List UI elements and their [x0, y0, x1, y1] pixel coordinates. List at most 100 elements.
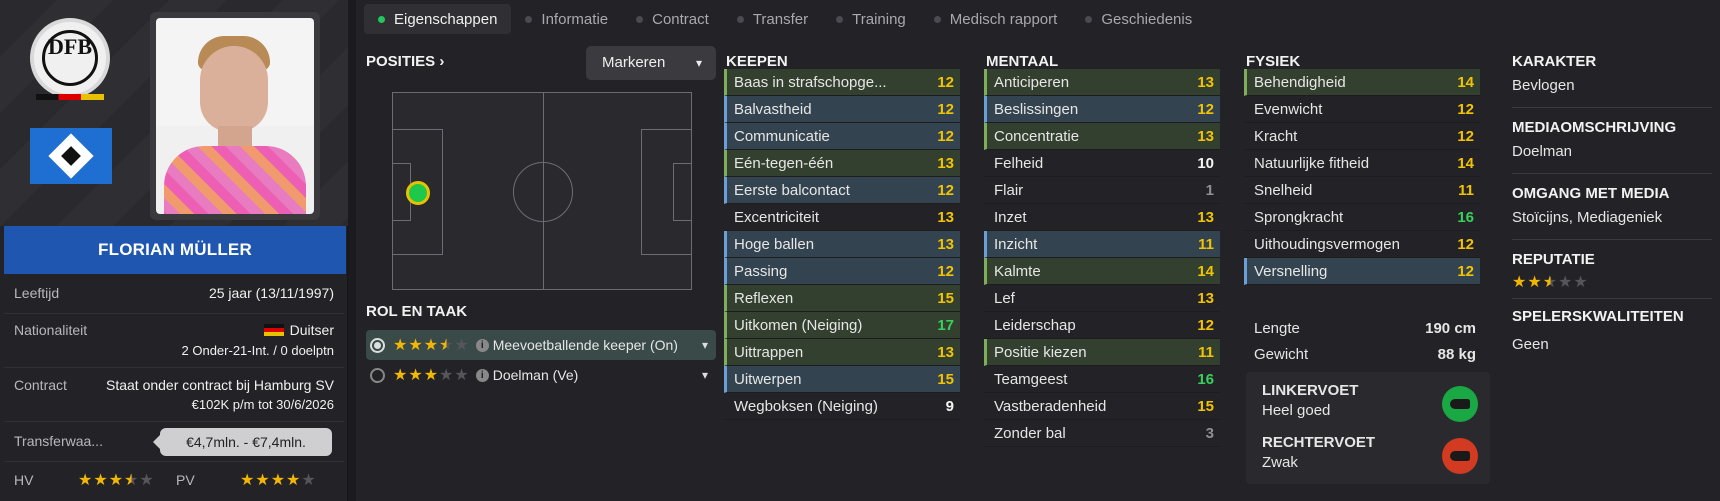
tab-dot-icon: [933, 15, 941, 23]
chevron-right-icon: ›: [439, 53, 445, 70]
attribute-row[interactable]: Versnelling 12: [1244, 258, 1480, 285]
attribute-row[interactable]: Teamgeest 16: [984, 366, 1220, 393]
attribute-row[interactable]: Kalmte 14: [984, 258, 1220, 285]
info-icon[interactable]: i: [475, 368, 489, 382]
current-ability-stars[interactable]: ★★★★★: [78, 470, 155, 490]
attribute-row[interactable]: Kracht 12: [1244, 123, 1480, 150]
national-crest-text: DFB: [48, 34, 92, 59]
attribute-name: Kracht: [1254, 128, 1298, 145]
attribute-row[interactable]: Anticiperen 13: [984, 69, 1220, 96]
tab-training[interactable]: Training: [822, 4, 920, 34]
attribute-row[interactable]: Eerste balcontact 12: [724, 177, 960, 204]
attribute-row[interactable]: Sprongkracht 16: [1244, 204, 1480, 231]
attribute-row[interactable]: Baas in strafschopge... 12: [724, 69, 960, 96]
attribute-row[interactable]: Passing 12: [724, 258, 960, 285]
attribute-name: Excentriciteit: [734, 209, 820, 226]
main-content: Eigenschappen Informatie Contract Transfer T…: [356, 0, 1720, 501]
attribute-value: 13: [1197, 209, 1214, 226]
divider: [1512, 298, 1712, 299]
attribute-value: 16: [1197, 371, 1214, 388]
attribute-row[interactable]: Natuurlijke fitheid 14: [1244, 150, 1480, 177]
attribute-row[interactable]: Zonder bal 3: [984, 420, 1220, 447]
radio-button[interactable]: [370, 337, 385, 353]
attribute-value: 9: [945, 398, 954, 415]
attribute-row[interactable]: Uittrappen 13: [724, 339, 960, 366]
attribute-row[interactable]: Excentriciteit 13: [724, 204, 960, 231]
attribute-row[interactable]: Lef 13: [984, 285, 1220, 312]
attribute-value: 17: [937, 317, 954, 334]
club-crest-icon[interactable]: [30, 128, 112, 184]
attribute-row[interactable]: Balvastheid 12: [724, 96, 960, 123]
attribute-name: Communicatie: [734, 128, 830, 145]
role-label: Meevoetballende keeper (On): [492, 337, 678, 353]
tab-eigenschappen[interactable]: Eigenschappen: [364, 4, 512, 34]
chevron-down-icon[interactable]: ▾: [702, 338, 708, 352]
germany-flag-strip: [36, 94, 104, 100]
attribute-row[interactable]: Beslissingen 12: [984, 96, 1220, 123]
attribute-row[interactable]: Communicatie 12: [724, 123, 960, 150]
age-row: Leeftijd 25 jaar (13/11/1997): [4, 274, 344, 314]
attribute-row[interactable]: Evenwicht 12: [1244, 96, 1480, 123]
attribute-value: 1: [1205, 182, 1214, 199]
star-icon: ★: [301, 472, 317, 489]
attribute-row[interactable]: Uithoudingsvermogen 12: [1244, 231, 1480, 258]
attribute-row[interactable]: Eén-tegen-één 13: [724, 150, 960, 177]
markeren-dropdown[interactable]: Markeren ▾: [586, 46, 716, 80]
attribute-name: Inzet: [994, 209, 1027, 226]
divider: [1512, 173, 1712, 174]
attribute-name: Uitkomen (Neiging): [734, 317, 863, 334]
attribute-row[interactable]: Felheid 10: [984, 150, 1220, 177]
contract-wage: €102K p/m tot 30/6/2026: [191, 397, 334, 412]
mentaal-attributes: Anticiperen 13 Beslissingen 12 Concentratie 1…: [984, 69, 1220, 447]
attribute-name: Flair: [994, 182, 1024, 199]
attribute-row[interactable]: Concentratie 13: [984, 123, 1220, 150]
keepen-attributes: Baas in strafschopge... 12 Balvastheid 12 Co…: [724, 69, 960, 420]
attribute-row[interactable]: Vastberadenheid 15: [984, 393, 1220, 420]
tab-medisch-rapport[interactable]: Medisch rapport: [920, 4, 1072, 34]
attribute-name: Inzicht: [994, 236, 1038, 253]
national-team-crest-icon[interactable]: DFB: [30, 18, 110, 98]
contract-club[interactable]: Staat onder contract bij Hamburg SV: [106, 377, 334, 393]
radio-button[interactable]: [370, 367, 385, 383]
tab-contract[interactable]: Contract: [622, 4, 723, 34]
attribute-row[interactable]: Reflexen 15: [724, 285, 960, 312]
attribute-name: Behendigheid: [1254, 74, 1346, 91]
role-row[interactable]: ★★★★★ i Doelman (Ve) ▾: [366, 360, 716, 390]
attribute-row[interactable]: Leiderschap 12: [984, 312, 1220, 339]
attribute-row[interactable]: Hoge ballen 13: [724, 231, 960, 258]
transfer-value-badge[interactable]: €4,7mln. - €7,4mln.: [153, 428, 332, 456]
attribute-row[interactable]: Wegboksen (Neiging) 9: [724, 393, 960, 420]
tab-transfer[interactable]: Transfer: [723, 4, 822, 34]
chevron-down-icon[interactable]: ▾: [702, 368, 708, 382]
nationality-value[interactable]: Duitser: [263, 322, 334, 338]
tab-informatie[interactable]: Informatie: [511, 4, 622, 34]
attribute-name: Evenwicht: [1254, 101, 1323, 118]
attribute-row[interactable]: Behendigheid 14: [1244, 69, 1480, 96]
info-icon[interactable]: i: [475, 338, 489, 352]
attribute-value: 12: [1197, 317, 1214, 334]
attribute-row[interactable]: Snelheid 11: [1244, 177, 1480, 204]
star-icon: ★: [78, 472, 94, 489]
profile-panel: DFB FLORIAN MÜLLER Leeftijd 25 jaar (13/…: [0, 0, 348, 501]
goalkeeper-position-marker[interactable]: [406, 181, 430, 205]
attribute-name: Positie kiezen: [994, 344, 1087, 361]
attribute-name: Versnelling: [1254, 263, 1328, 280]
chevron-down-icon: ▾: [695, 56, 702, 70]
positions-title[interactable]: POSITIES ›: [366, 53, 444, 70]
attribute-name: Natuurlijke fitheid: [1254, 155, 1370, 172]
role-row[interactable]: ★★★★★ i Meevoetballende keeper (On) ▾: [366, 330, 716, 360]
attribute-value: 14: [1197, 263, 1214, 280]
attribute-value: 11: [1198, 344, 1214, 361]
tab-geschiedenis[interactable]: Geschiedenis: [1071, 4, 1206, 34]
attribute-name: Eerste balcontact: [734, 182, 850, 199]
mentaal-title: MENTAAL: [986, 53, 1059, 70]
attribute-row[interactable]: Positie kiezen 11: [984, 339, 1220, 366]
tab-dot-icon: [525, 15, 533, 23]
attribute-row[interactable]: Inzet 13: [984, 204, 1220, 231]
attribute-row[interactable]: Inzicht 11: [984, 231, 1220, 258]
attribute-row[interactable]: Uitwerpen 15: [724, 366, 960, 393]
attribute-row[interactable]: Flair 1: [984, 177, 1220, 204]
attribute-row[interactable]: Uitkomen (Neiging) 17: [724, 312, 960, 339]
left-foot-value: Heel goed: [1262, 402, 1331, 419]
potential-ability-stars[interactable]: ★★★★★: [240, 470, 317, 490]
